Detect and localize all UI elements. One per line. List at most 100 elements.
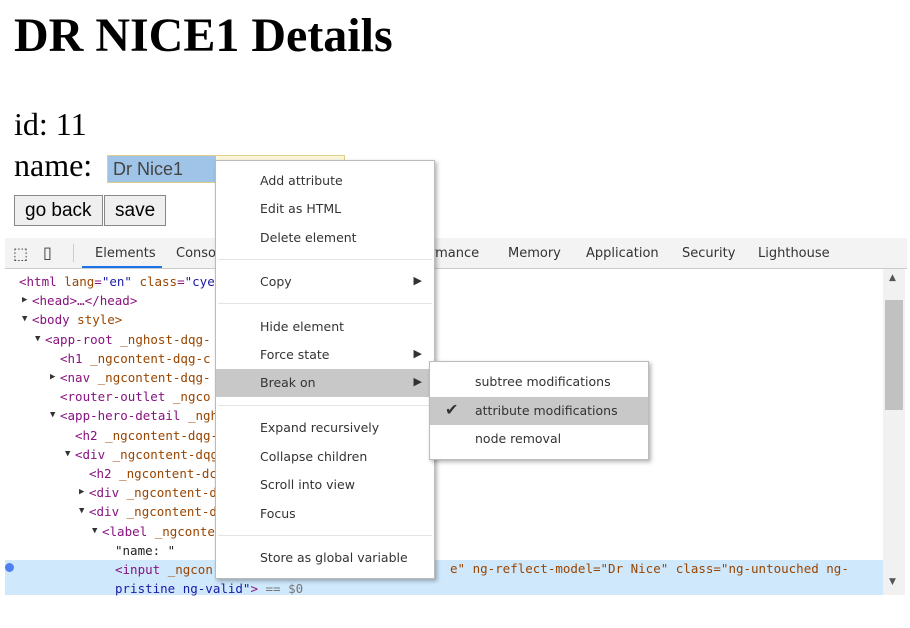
dom-tree-node[interactable]: pristine ng-valid"> == $0 xyxy=(115,581,303,596)
expand-arrow-icon[interactable]: ▶ xyxy=(79,487,84,497)
submenu-item[interactable]: ✔ attribute modifications xyxy=(430,396,648,425)
dom-tree-node[interactable]: ▼ <app-root _nghost-dqg- xyxy=(35,332,211,347)
menu-separator xyxy=(218,535,432,536)
menu-separator xyxy=(218,405,432,406)
dom-tree-node[interactable]: ▼ <div _ngcontent-dqg xyxy=(65,446,218,462)
dom-tree-node[interactable]: ▼ <label _ngconte xyxy=(92,524,215,539)
dom-tree-node[interactable]: <h2 _ngcontent-dqg- xyxy=(75,428,218,443)
page-title: DR NICE1 Details xyxy=(14,9,393,62)
context-menu-item[interactable]: Force state ▶ xyxy=(216,341,434,369)
name-input-value: Dr Nice1 xyxy=(113,159,184,179)
active-tab-indicator xyxy=(82,266,162,268)
context-menu-item[interactable]: Break on ▶ xyxy=(216,369,434,397)
tab-performance[interactable]: rmance xyxy=(430,246,479,261)
dom-tree-node[interactable]: <html lang="en" class="cye xyxy=(19,274,215,289)
menu-item-label: Hide element xyxy=(260,319,345,334)
scroll-up-icon[interactable]: ▲ xyxy=(889,273,896,283)
dom-node-text: <app-hero-detail _ngh xyxy=(60,408,219,424)
dom-tree-node[interactable]: <h1 _ngcontent-dqg-c xyxy=(60,351,211,366)
menu-item-label: Edit as HTML xyxy=(260,201,342,216)
context-menu-item[interactable]: Expand recursively xyxy=(216,414,434,442)
menu-item-label: Collapse children xyxy=(260,449,368,464)
dom-tree-node[interactable]: ▼ <body style> xyxy=(22,312,123,328)
dom-tree-node[interactable]: <input _ngcon xyxy=(115,562,213,577)
dom-node-text: "name: " xyxy=(115,542,176,558)
menu-item-label: Break on xyxy=(260,375,316,390)
context-menu-item[interactable]: Collapse children xyxy=(216,443,434,471)
dom-node-text: <html lang="en" class="cye xyxy=(19,274,215,289)
context-menu-item[interactable]: Add attribute xyxy=(216,167,434,195)
tab-security[interactable]: Security xyxy=(682,246,735,261)
collapse-arrow-icon[interactable]: ▼ xyxy=(22,314,27,324)
collapse-arrow-icon[interactable]: ▼ xyxy=(79,506,84,516)
submenu-arrow-icon: ▶ xyxy=(413,274,422,287)
context-menu-item[interactable]: Edit as HTML xyxy=(216,195,434,223)
menu-item-label: Add attribute xyxy=(260,173,343,188)
dom-tree-node[interactable]: ▼ <div _ngcontent-d xyxy=(79,504,217,520)
context-menu-item[interactable]: Store as global variable xyxy=(216,544,434,572)
dom-node-text: <h1 _ngcontent-dqg-c xyxy=(60,350,211,366)
divider xyxy=(73,244,74,262)
dom-tree-node[interactable]: ▶ <div _ngcontent-d xyxy=(79,485,217,501)
context-menu-item[interactable]: Delete element xyxy=(216,224,434,252)
expand-arrow-icon[interactable]: ▶ xyxy=(50,372,55,382)
submenu-item-label: subtree modifications xyxy=(475,374,611,389)
tab-console[interactable]: Conso xyxy=(176,246,216,261)
context-menu: Add attribute Edit as HTML Delete element C… xyxy=(215,160,435,579)
dom-tree-node[interactable]: ▶ <head>…</head> xyxy=(22,293,138,309)
menu-item-label: Scroll into view xyxy=(260,477,355,492)
submenu-item[interactable]: node removal xyxy=(430,425,648,453)
collapse-arrow-icon[interactable]: ▼ xyxy=(50,410,55,420)
scrollbar-thumb[interactable] xyxy=(885,300,903,410)
context-menu-item[interactable]: Scroll into view xyxy=(216,471,434,499)
submenu-arrow-icon: ▶ xyxy=(413,375,422,388)
menu-separator xyxy=(218,259,432,260)
scrollbar[interactable]: ▲ ▼ xyxy=(883,269,905,595)
selected-dot-icon xyxy=(5,563,14,572)
dom-node-text: <div _ngcontent-d xyxy=(89,485,217,501)
context-menu-item[interactable]: Hide element xyxy=(216,313,434,341)
context-menu-item[interactable]: Copy ▶ xyxy=(216,268,434,296)
menu-item-label: Focus xyxy=(260,506,296,521)
dom-node-text: <h2 _ngcontent-dqg- xyxy=(75,427,218,443)
submenu-item[interactable]: subtree modifications xyxy=(430,368,648,396)
menu-item-label: Store as global variable xyxy=(260,550,408,565)
context-menu-item[interactable]: Focus xyxy=(216,500,434,528)
save-button[interactable]: save xyxy=(104,195,167,226)
menu-separator xyxy=(218,303,432,304)
name-label: name: xyxy=(14,147,93,183)
expand-arrow-icon[interactable]: ▶ xyxy=(22,295,27,305)
tab-lighthouse[interactable]: Lighthouse xyxy=(758,246,830,261)
device-toolbar-icon[interactable]: ▯ xyxy=(43,243,52,262)
dom-node-text: <nav _ngcontent-dqg- xyxy=(60,370,211,385)
menu-item-label: Expand recursively xyxy=(260,420,380,435)
collapse-arrow-icon[interactable]: ▼ xyxy=(92,526,97,536)
selected-row-tail: e" ng-reflect-model="Dr Nice" class="ng-… xyxy=(450,561,849,576)
dom-tree-node[interactable]: "name: " xyxy=(115,543,175,558)
submenu-item-label: node removal xyxy=(475,431,562,446)
dom-node-text: <div _ngcontent-d xyxy=(89,504,217,520)
dom-tree-node[interactable]: <h2 _ngcontent-dc xyxy=(89,466,217,481)
dom-tree-node[interactable]: ▶ <nav _ngcontent-dqg- xyxy=(50,370,211,385)
dom-node-text: <router-outlet _ngco xyxy=(60,389,211,405)
collapse-arrow-icon[interactable]: ▼ xyxy=(65,449,70,459)
menu-item-label: Copy xyxy=(260,274,292,289)
inspect-element-icon[interactable]: ⬚ xyxy=(13,244,28,263)
devtools-tabbar: ⬚ ▯ Elements Conso rmance Memory Applica… xyxy=(5,238,907,269)
hero-id: id: 11 xyxy=(14,106,87,142)
tab-elements[interactable]: Elements xyxy=(95,246,156,261)
go-back-button[interactable]: go back xyxy=(14,195,103,226)
dom-tree-node[interactable]: ▼ <app-hero-detail _ngh xyxy=(50,408,219,424)
dom-node-text: <div _ngcontent-dqg xyxy=(75,446,218,462)
dom-node-text: <input _ngcon xyxy=(115,562,213,577)
dom-node-text: <body style> xyxy=(32,312,123,328)
submenu-item-label: attribute modifications xyxy=(475,402,618,418)
dom-node-text: <head>…</head> xyxy=(32,293,138,309)
scroll-down-icon[interactable]: ▼ xyxy=(889,577,896,587)
tab-memory[interactable]: Memory xyxy=(508,246,561,261)
dom-node-text: pristine ng-valid"> == $0 xyxy=(115,581,304,597)
collapse-arrow-icon[interactable]: ▼ xyxy=(35,334,40,344)
tab-application[interactable]: Application xyxy=(586,246,659,261)
menu-item-label: Force state xyxy=(260,347,330,362)
dom-tree-node[interactable]: <router-outlet _ngco xyxy=(60,389,211,404)
